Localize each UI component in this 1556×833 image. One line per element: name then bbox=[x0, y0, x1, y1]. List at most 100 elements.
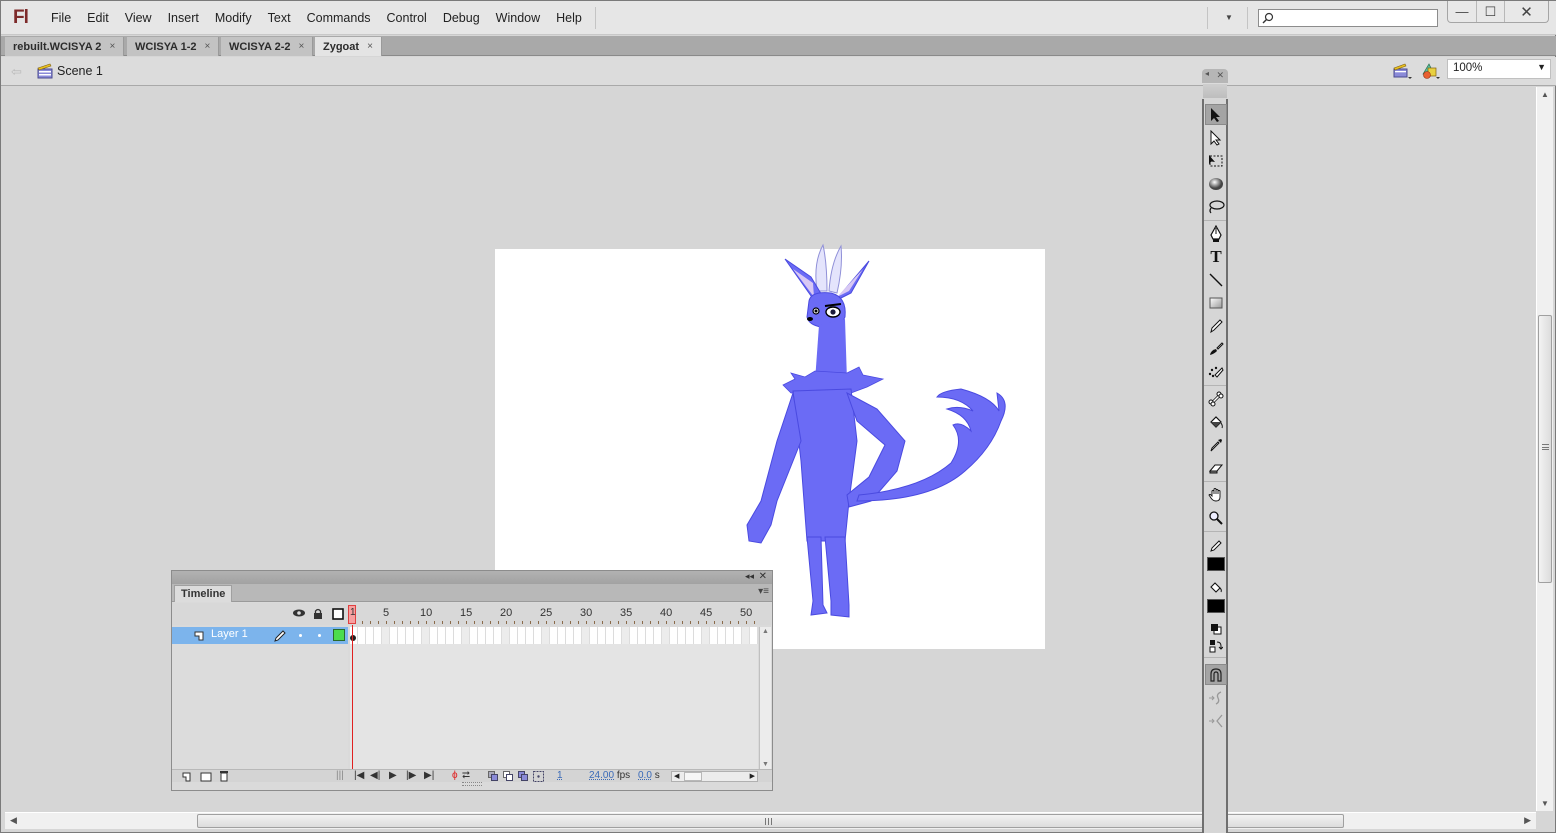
layer-name[interactable]: Layer 1 bbox=[211, 628, 248, 640]
frame-cell[interactable] bbox=[470, 627, 478, 644]
minimize-button[interactable]: — bbox=[1448, 1, 1476, 22]
onion-skin-icon[interactable] bbox=[488, 771, 499, 782]
zoom-level-select[interactable]: 100% ▼ bbox=[1447, 59, 1551, 79]
tools-panel-header[interactable]: ◂ ✕ bbox=[1202, 69, 1228, 83]
breadcrumb-scene[interactable]: Scene 1 bbox=[57, 64, 103, 78]
frame-cell[interactable] bbox=[678, 627, 686, 644]
pen-tool[interactable] bbox=[1205, 223, 1227, 244]
vertical-scroll-thumb[interactable] bbox=[1538, 315, 1552, 583]
frame-cell[interactable] bbox=[606, 627, 614, 644]
text-tool[interactable]: T bbox=[1205, 246, 1227, 267]
onion-skin-outlines-icon[interactable] bbox=[503, 771, 514, 782]
frame-cell[interactable] bbox=[494, 627, 502, 644]
stage-vertical-scrollbar[interactable]: ▲ ▼ bbox=[1536, 87, 1553, 811]
frame-cell[interactable] bbox=[550, 627, 558, 644]
free-transform-tool[interactable] bbox=[1205, 150, 1227, 171]
frame-cell[interactable] bbox=[414, 627, 422, 644]
modify-onion-markers-icon[interactable] bbox=[533, 771, 544, 782]
frame-cell[interactable] bbox=[638, 627, 646, 644]
stroke-color-swatch[interactable] bbox=[1207, 557, 1225, 571]
fill-color-tool[interactable] bbox=[1205, 576, 1227, 597]
go-to-last-frame-button[interactable]: ▶| bbox=[424, 770, 434, 782]
rectangle-tool[interactable] bbox=[1205, 292, 1227, 313]
maximize-button[interactable]: ☐ bbox=[1476, 1, 1504, 22]
tab-close-icon[interactable]: × bbox=[367, 41, 373, 52]
collapse-panel-icon[interactable]: ◂◂ bbox=[745, 571, 754, 582]
menu-file[interactable]: File bbox=[43, 11, 79, 25]
edit-symbols-icon[interactable] bbox=[1420, 62, 1442, 80]
eraser-tool[interactable] bbox=[1205, 457, 1227, 478]
panel-menu-icon[interactable]: ▾≡ bbox=[758, 586, 769, 597]
line-tool[interactable] bbox=[1205, 269, 1227, 290]
frame-cell[interactable] bbox=[590, 627, 598, 644]
back-arrow-icon[interactable]: ⇦ bbox=[11, 64, 22, 80]
straighten-button[interactable] bbox=[1205, 710, 1227, 731]
document-tab[interactable]: rebuilt.WCISYA 2 × bbox=[5, 37, 125, 56]
frame-cell[interactable] bbox=[750, 627, 758, 644]
keyframe[interactable] bbox=[350, 635, 356, 641]
splitter-grip-icon[interactable]: ||| bbox=[336, 770, 344, 782]
new-layer-icon[interactable] bbox=[182, 771, 193, 782]
frame-cell[interactable] bbox=[486, 627, 494, 644]
close-window-button[interactable]: ✕ bbox=[1504, 1, 1548, 22]
swap-colors-button[interactable] bbox=[1205, 635, 1227, 656]
current-frame-value[interactable]: 1 bbox=[557, 770, 563, 782]
step-forward-button[interactable]: |▶ bbox=[406, 770, 416, 782]
scroll-up-icon[interactable]: ▲ bbox=[1541, 90, 1549, 99]
menu-text[interactable]: Text bbox=[260, 11, 299, 25]
zoom-tool[interactable] bbox=[1205, 507, 1227, 528]
panel-resize-grip[interactable] bbox=[462, 782, 482, 786]
frames-row[interactable] bbox=[350, 627, 758, 644]
visibility-dot[interactable] bbox=[299, 634, 302, 637]
document-tab-active[interactable]: Zygoat × bbox=[315, 37, 382, 56]
menu-help[interactable]: Help bbox=[548, 11, 590, 25]
help-search-input[interactable] bbox=[1258, 9, 1438, 27]
play-button[interactable]: ▶ bbox=[389, 770, 397, 782]
eyedropper-tool[interactable] bbox=[1205, 434, 1227, 455]
frame-rate-value[interactable]: 24.00 bbox=[589, 770, 614, 781]
layer-outline-color[interactable] bbox=[333, 629, 345, 641]
menu-window[interactable]: Window bbox=[488, 11, 548, 25]
outline-icon[interactable] bbox=[332, 608, 344, 620]
frame-cell[interactable] bbox=[742, 627, 750, 644]
frame-cell[interactable] bbox=[510, 627, 518, 644]
bone-tool[interactable] bbox=[1205, 388, 1227, 409]
go-to-first-frame-button[interactable]: |◀ bbox=[354, 770, 364, 782]
stroke-color-tool[interactable] bbox=[1205, 535, 1227, 556]
scroll-right-icon[interactable]: ▶ bbox=[750, 772, 755, 780]
lock-dot[interactable] bbox=[318, 634, 321, 637]
tab-close-icon[interactable]: × bbox=[205, 41, 211, 52]
stage-horizontal-scrollbar[interactable]: ◀ ▶ bbox=[5, 812, 1536, 829]
frame-cell[interactable] bbox=[374, 627, 382, 644]
frame-cell[interactable] bbox=[710, 627, 718, 644]
frame-cell[interactable] bbox=[574, 627, 582, 644]
menu-commands[interactable]: Commands bbox=[299, 11, 379, 25]
scroll-right-icon[interactable]: ▶ bbox=[1524, 815, 1531, 826]
frame-cell[interactable] bbox=[726, 627, 734, 644]
document-tab[interactable]: WCISYA 2-2 × bbox=[221, 37, 314, 56]
frame-cell[interactable] bbox=[622, 627, 630, 644]
step-back-button[interactable]: ◀| bbox=[370, 770, 380, 782]
frame-cell[interactable] bbox=[358, 627, 366, 644]
frame-cell[interactable] bbox=[502, 627, 510, 644]
tab-timeline[interactable]: Timeline bbox=[174, 585, 233, 602]
pencil-tool[interactable] bbox=[1205, 315, 1227, 336]
3d-rotation-tool[interactable] bbox=[1205, 173, 1227, 194]
scroll-down-icon[interactable]: ▼ bbox=[1541, 799, 1549, 808]
frame-cell[interactable] bbox=[566, 627, 574, 644]
frame-cell[interactable] bbox=[686, 627, 694, 644]
hand-tool[interactable] bbox=[1205, 484, 1227, 505]
frame-cell[interactable] bbox=[454, 627, 462, 644]
frame-cell[interactable] bbox=[398, 627, 406, 644]
frame-cell[interactable] bbox=[734, 627, 742, 644]
frame-cell[interactable] bbox=[614, 627, 622, 644]
paint-bucket-tool[interactable] bbox=[1205, 411, 1227, 432]
timeline-vertical-scrollbar[interactable]: ▲ ▼ bbox=[759, 627, 771, 769]
scroll-down-icon[interactable]: ▼ bbox=[762, 761, 769, 768]
layer-row[interactable]: Layer 1 bbox=[172, 627, 348, 644]
tools-panel-grip[interactable] bbox=[1203, 84, 1227, 98]
scroll-up-icon[interactable]: ▲ bbox=[762, 628, 769, 635]
frame-cell[interactable] bbox=[430, 627, 438, 644]
timeline-horizontal-scrollbar[interactable]: ◀ ▶ bbox=[671, 771, 758, 782]
frame-cell[interactable] bbox=[558, 627, 566, 644]
